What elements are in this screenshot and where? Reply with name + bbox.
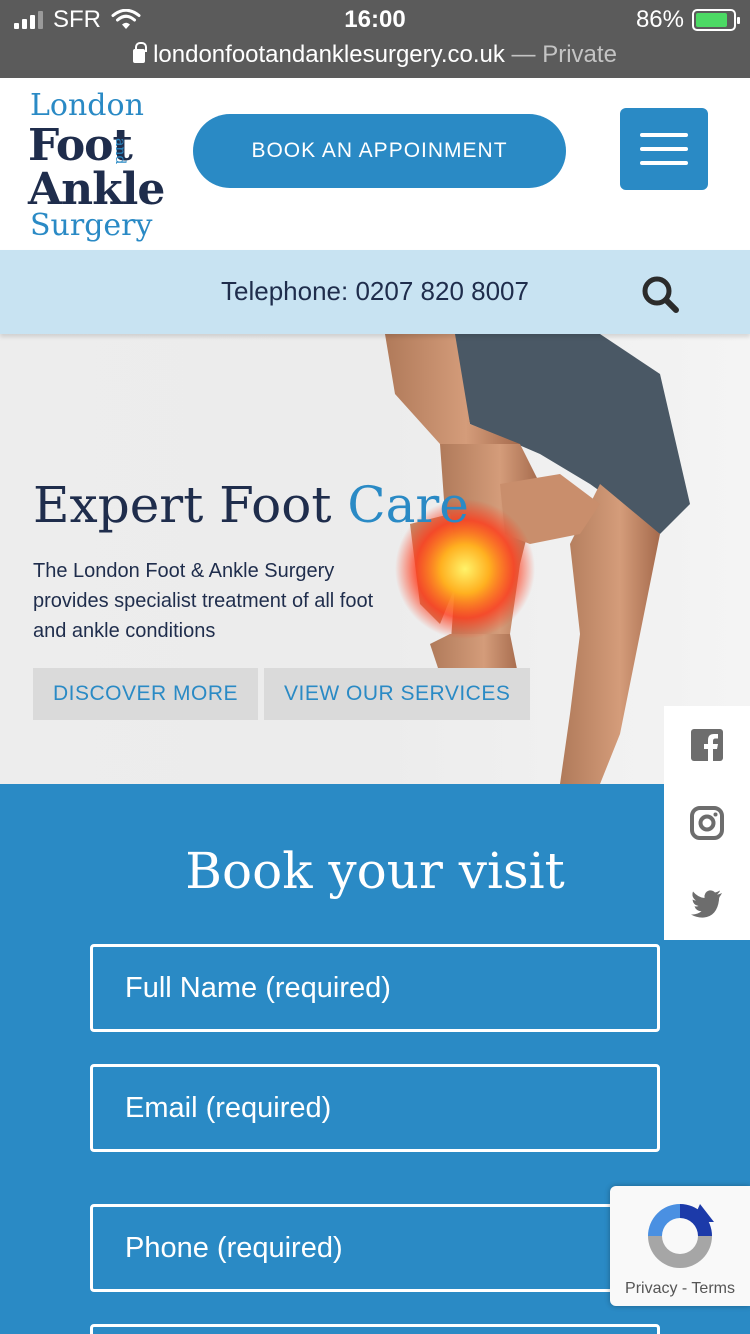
recaptcha-links[interactable]: Privacy - Terms [610, 1280, 750, 1298]
telephone-link[interactable]: Telephone: 0207 820 8007 [0, 276, 750, 307]
battery-fill [696, 13, 727, 27]
next-field[interactable] [90, 1324, 660, 1334]
logo-line-surgery: Surgery [30, 208, 153, 243]
book-appointment-button[interactable]: BOOK AN APPOINMENT [193, 114, 566, 188]
phone-field[interactable]: Phone (required) [90, 1204, 660, 1292]
status-bar: SFR 16:00 86% [0, 0, 750, 40]
hero-title-main: Expert Foot [33, 476, 348, 534]
site-logo[interactable]: London Foot and Ankle Surgery [28, 88, 168, 243]
recaptcha-badge[interactable]: Privacy - Terms [610, 1186, 750, 1306]
email-field[interactable]: Email (required) [90, 1064, 660, 1152]
social-rail [664, 706, 750, 940]
url-text: londonfootandanklesurgery.co.uk [153, 41, 505, 68]
full-name-field[interactable]: Full Name (required) [90, 944, 660, 1032]
recaptcha-icon [648, 1204, 714, 1268]
discover-more-button[interactable]: DISCOVER MORE [33, 668, 259, 720]
logo-and: and [112, 138, 128, 165]
phone-bar: Telephone: 0207 820 8007 [0, 250, 750, 334]
hero-title: Expert Foot Care [33, 476, 469, 534]
hero-section: Expert Foot Care The London Foot & Ankle… [0, 334, 750, 784]
hero-title-accent: Care [347, 476, 469, 534]
facebook-icon[interactable] [690, 728, 724, 762]
hero-description: The London Foot & Ankle Surgery provides… [33, 560, 374, 642]
logo-line-london: London [30, 88, 144, 123]
instagram-icon[interactable] [690, 806, 724, 840]
battery-icon [692, 9, 740, 31]
private-label: — Private [511, 41, 617, 68]
booking-title: Book your visit [185, 842, 565, 900]
twitter-icon[interactable] [690, 886, 724, 920]
url-bar[interactable]: londonfootandanklesurgery.co.uk — Privat… [0, 40, 750, 78]
hamburger-icon[interactable] [620, 108, 708, 190]
hero-actions: DISCOVER MORE VIEW OUR SERVICES [33, 668, 531, 720]
status-right: 86% [635, 6, 740, 34]
site-header: London Foot and Ankle Surgery BOOK AN AP… [0, 78, 750, 250]
lock-icon [133, 42, 148, 63]
search-icon[interactable] [640, 274, 680, 314]
battery-percent: 86% [635, 6, 684, 33]
view-services-button[interactable]: VIEW OUR SERVICES [264, 668, 531, 720]
